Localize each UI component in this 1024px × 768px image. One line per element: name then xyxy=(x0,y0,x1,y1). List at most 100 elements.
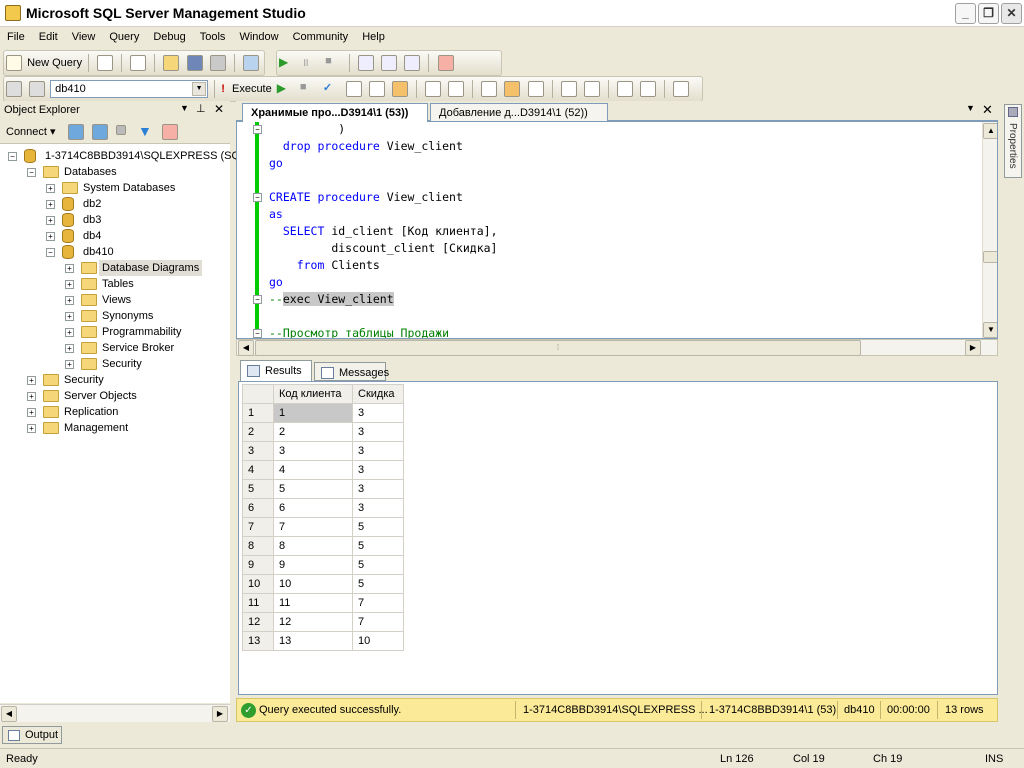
row-number[interactable]: 4 xyxy=(242,460,274,480)
menu-item-debug[interactable]: Debug xyxy=(146,27,192,43)
table-cell[interactable]: 5 xyxy=(273,479,353,499)
menu-item-view[interactable]: View xyxy=(65,27,103,43)
stop-icon[interactable] xyxy=(116,125,126,135)
scroll-up-icon[interactable]: ▲ xyxy=(983,123,997,139)
filter-icon[interactable]: ▼ xyxy=(138,123,152,139)
uncomment-icon[interactable] xyxy=(583,81,600,97)
results-table[interactable]: Код клиента Скидка 1 1 3 2 2 3 3 3 3 4 4 3 5 5 3 6 6 3 7 7 5 8 8… xyxy=(242,384,404,651)
decrease-indent-icon[interactable] xyxy=(616,81,633,97)
row-number[interactable]: 9 xyxy=(242,555,274,575)
grid-corner[interactable] xyxy=(242,384,274,404)
close-panel-icon[interactable]: ✕ xyxy=(214,102,224,116)
expand-icon[interactable]: + xyxy=(27,392,36,401)
table-cell[interactable]: 6 xyxy=(273,498,353,518)
execute-button[interactable]: Execute xyxy=(232,83,272,95)
table-cell[interactable]: 7 xyxy=(352,612,404,632)
tree-node[interactable]: 1-3714C8BBD3914\SQLEXPRESS (SQL xyxy=(42,148,249,164)
collapse-icon[interactable]: − xyxy=(46,248,55,257)
start-debug-icon[interactable]: ▶ xyxy=(279,55,295,71)
results-grid[interactable]: Код клиента Скидка 1 1 3 2 2 3 3 3 3 4 4 3 5 5 3 6 6 3 7 7 5 8 8… xyxy=(238,381,998,695)
table-row[interactable]: 113 xyxy=(242,403,404,423)
table-cell[interactable]: 3 xyxy=(352,498,404,518)
new-query-icon[interactable] xyxy=(6,55,22,71)
row-number[interactable]: 12 xyxy=(242,612,274,632)
row-number[interactable]: 7 xyxy=(242,517,274,537)
expand-icon[interactable]: + xyxy=(27,376,36,385)
tab-insert-data[interactable]: Добавление д...D3914\1 (52)) xyxy=(430,103,608,122)
tab-list-dropdown-icon[interactable]: ▼ xyxy=(966,103,975,113)
activity-monitor-icon[interactable] xyxy=(242,55,259,71)
menu-item-community[interactable]: Community xyxy=(286,27,356,43)
results-grid-icon[interactable] xyxy=(504,81,521,97)
query-designer-icon[interactable] xyxy=(369,81,386,97)
restore-button[interactable]: ❐ xyxy=(978,3,999,24)
new-file-icon[interactable] xyxy=(97,55,114,71)
collapse-region-icon[interactable]: − xyxy=(253,193,262,202)
table-cell[interactable]: 8 xyxy=(273,536,353,556)
editor-vscroll[interactable]: ▲ ▼ xyxy=(982,122,997,338)
step-over-icon[interactable] xyxy=(381,55,398,71)
scroll-down-icon[interactable]: ▼ xyxy=(983,322,997,338)
table-cell[interactable]: 4 xyxy=(273,460,353,480)
table-row[interactable]: 10 10 5 xyxy=(242,574,404,594)
collapse-region-icon[interactable]: − xyxy=(253,329,262,338)
table-cell[interactable]: 3 xyxy=(352,422,404,442)
collapse-region-icon[interactable]: − xyxy=(253,295,262,304)
tree-node[interactable]: db2 xyxy=(80,196,104,212)
tree-node[interactable]: Server Objects xyxy=(61,388,140,404)
dropdown-icon[interactable]: ▼ xyxy=(180,103,189,113)
tree-node[interactable]: Service Broker xyxy=(99,340,177,356)
change-connection-icon[interactable] xyxy=(29,81,46,97)
expand-icon[interactable]: + xyxy=(65,344,74,353)
menu-item-window[interactable]: Window xyxy=(232,27,285,43)
row-number[interactable]: 13 xyxy=(242,631,274,651)
new-query-button[interactable]: New Query xyxy=(27,57,82,69)
table-row[interactable]: 333 xyxy=(242,441,404,461)
table-cell[interactable]: 5 xyxy=(352,536,404,556)
table-cell[interactable]: 2 xyxy=(273,422,353,442)
refresh-icon[interactable] xyxy=(162,124,178,140)
stop-icon[interactable]: ■ xyxy=(325,55,341,71)
expand-icon[interactable]: + xyxy=(27,424,36,433)
client-statistics-icon[interactable] xyxy=(448,81,465,97)
close-document-icon[interactable]: ✕ xyxy=(982,102,993,118)
table-row[interactable]: 11 11 7 xyxy=(242,593,404,613)
tree-node[interactable]: Programmability xyxy=(99,324,184,340)
table-cell[interactable]: 1 xyxy=(273,403,353,423)
table-row[interactable]: 885 xyxy=(242,536,404,556)
tab-stored-procedures[interactable]: Хранимые про...D3914\1 (53)) xyxy=(242,103,428,122)
increase-indent-icon[interactable] xyxy=(639,81,656,97)
pause-icon[interactable]: ॥ xyxy=(302,55,318,71)
table-cell[interactable]: 7 xyxy=(273,517,353,537)
results-to-file-icon[interactable] xyxy=(527,81,544,97)
scroll-thumb[interactable]: ⁞ xyxy=(255,340,861,356)
table-row[interactable]: 775 xyxy=(242,517,404,537)
pin-icon[interactable]: ⊥ xyxy=(196,102,206,115)
menu-item-help[interactable]: Help xyxy=(355,27,392,43)
table-row[interactable]: 995 xyxy=(242,555,404,575)
new-project-icon[interactable] xyxy=(130,55,147,71)
tree-node[interactable]: db4 xyxy=(80,228,104,244)
object-explorer-hscroll[interactable]: ◀ ▶ xyxy=(0,704,230,722)
expand-icon[interactable]: + xyxy=(65,360,74,369)
collapse-icon[interactable]: − xyxy=(27,168,36,177)
table-cell[interactable]: 11 xyxy=(273,593,353,613)
expand-icon[interactable]: + xyxy=(65,280,74,289)
results-to-grid-icon[interactable] xyxy=(392,81,409,97)
column-header[interactable]: Код клиента xyxy=(273,384,353,404)
table-cell[interactable]: 3 xyxy=(273,441,353,461)
debug-icon[interactable]: ▶ xyxy=(277,81,293,97)
tree-node[interactable]: Databases xyxy=(61,164,120,180)
table-row[interactable]: 223 xyxy=(242,422,404,442)
table-cell[interactable]: 3 xyxy=(352,441,404,461)
table-cell[interactable]: 12 xyxy=(273,612,353,632)
menu-item-edit[interactable]: Edit xyxy=(32,27,65,43)
row-number[interactable]: 2 xyxy=(242,422,274,442)
table-cell[interactable]: 5 xyxy=(352,555,404,575)
table-row[interactable]: 663 xyxy=(242,498,404,518)
print-icon[interactable] xyxy=(209,55,226,71)
tree-node[interactable]: Views xyxy=(99,292,134,308)
expand-icon[interactable]: + xyxy=(65,296,74,305)
disconnect-icon[interactable] xyxy=(92,124,108,140)
close-button[interactable]: ✕ xyxy=(1001,3,1022,24)
